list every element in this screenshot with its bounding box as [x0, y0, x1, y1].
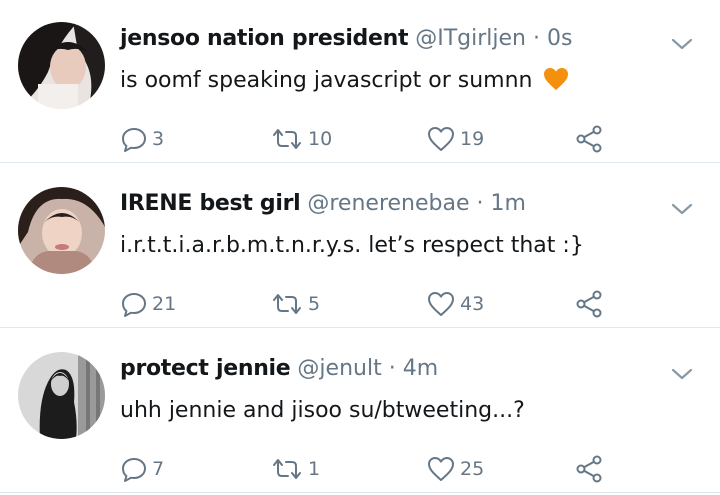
reply-button[interactable]: 3 — [120, 124, 164, 154]
retweet-button[interactable]: 5 — [270, 289, 320, 319]
share-icon — [576, 125, 602, 153]
tweet-text: is oomf speaking javascript or sumnn — [120, 66, 569, 96]
retweet-button[interactable]: 1 — [270, 454, 320, 484]
like-count: 25 — [460, 458, 485, 480]
like-icon — [428, 127, 454, 151]
reply-count: 21 — [152, 293, 177, 315]
user-handle[interactable]: @ITgirljen — [415, 26, 526, 51]
tweet[interactable]: protect jennie @jenult · 4m uhh jennie a… — [0, 330, 720, 493]
chevron-down-icon[interactable] — [670, 32, 694, 56]
share-button[interactable] — [575, 289, 603, 319]
reply-icon — [122, 293, 146, 317]
retweet-count: 10 — [308, 128, 333, 150]
timestamp[interactable]: 1m — [491, 191, 526, 216]
tweet[interactable]: jensoo nation president @ITgirljen · 0s … — [0, 0, 720, 163]
avatar[interactable] — [18, 352, 105, 439]
like-button[interactable]: 19 — [426, 124, 484, 154]
timeline-feed: jensoo nation president @ITgirljen · 0s … — [0, 0, 720, 495]
tweet[interactable]: IRENE best girl @renerenebae · 1m i.r.t.… — [0, 165, 720, 328]
share-button[interactable] — [575, 454, 603, 484]
retweet-icon — [273, 459, 301, 479]
like-icon — [428, 292, 454, 316]
separator-dot: · — [476, 191, 484, 216]
tweet-actions: 21 5 43 — [120, 289, 620, 319]
retweet-count: 1 — [308, 458, 321, 480]
reply-button[interactable]: 7 — [120, 454, 164, 484]
user-handle[interactable]: @jenult — [297, 356, 381, 381]
retweet-count: 5 — [308, 293, 321, 315]
tweet-actions: 3 10 19 — [120, 124, 620, 154]
separator-dot: · — [388, 356, 396, 381]
timestamp[interactable]: 0s — [547, 26, 572, 51]
share-icon — [576, 290, 602, 318]
tweet-text-content: i.r.t.t.i.a.r.b.m.t.n.r.y.s. let’s respe… — [120, 233, 584, 258]
orange-heart-emoji — [544, 68, 569, 90]
like-count: 43 — [460, 293, 485, 315]
tweet-header: protect jennie @jenult · 4m — [120, 354, 438, 384]
tweet-header: IRENE best girl @renerenebae · 1m — [120, 189, 526, 219]
like-button[interactable]: 43 — [426, 289, 484, 319]
avatar[interactable] — [18, 22, 105, 109]
timestamp[interactable]: 4m — [403, 356, 438, 381]
reply-count: 7 — [152, 458, 165, 480]
reply-button[interactable]: 21 — [120, 289, 176, 319]
display-name[interactable]: jensoo nation president — [120, 26, 409, 51]
chevron-down-icon[interactable] — [670, 197, 694, 221]
display-name[interactable]: protect jennie — [120, 356, 291, 381]
display-name[interactable]: IRENE best girl — [120, 191, 301, 216]
tweet-text: uhh jennie and jisoo su/btweeting...? — [120, 396, 525, 426]
share-icon — [576, 455, 602, 483]
tweet-header: jensoo nation president @ITgirljen · 0s — [120, 24, 572, 54]
retweet-button[interactable]: 10 — [270, 124, 332, 154]
reply-icon — [122, 458, 146, 482]
reply-count: 3 — [152, 128, 165, 150]
tweet-text: i.r.t.t.i.a.r.b.m.t.n.r.y.s. let’s respe… — [120, 231, 584, 261]
like-icon — [428, 457, 454, 481]
retweet-icon — [273, 129, 301, 149]
tweet-text-content: uhh jennie and jisoo su/btweeting...? — [120, 398, 525, 423]
share-button[interactable] — [575, 124, 603, 154]
tweet-text-content: is oomf speaking javascript or sumnn — [120, 68, 533, 93]
reply-icon — [122, 128, 146, 152]
user-handle[interactable]: @renerenebae — [307, 191, 469, 216]
avatar[interactable] — [18, 187, 105, 274]
chevron-down-icon[interactable] — [670, 362, 694, 386]
retweet-icon — [273, 294, 301, 314]
like-count: 19 — [460, 128, 485, 150]
like-button[interactable]: 25 — [426, 454, 484, 484]
separator-dot: · — [532, 26, 540, 51]
tweet-actions: 7 1 25 — [120, 454, 620, 484]
